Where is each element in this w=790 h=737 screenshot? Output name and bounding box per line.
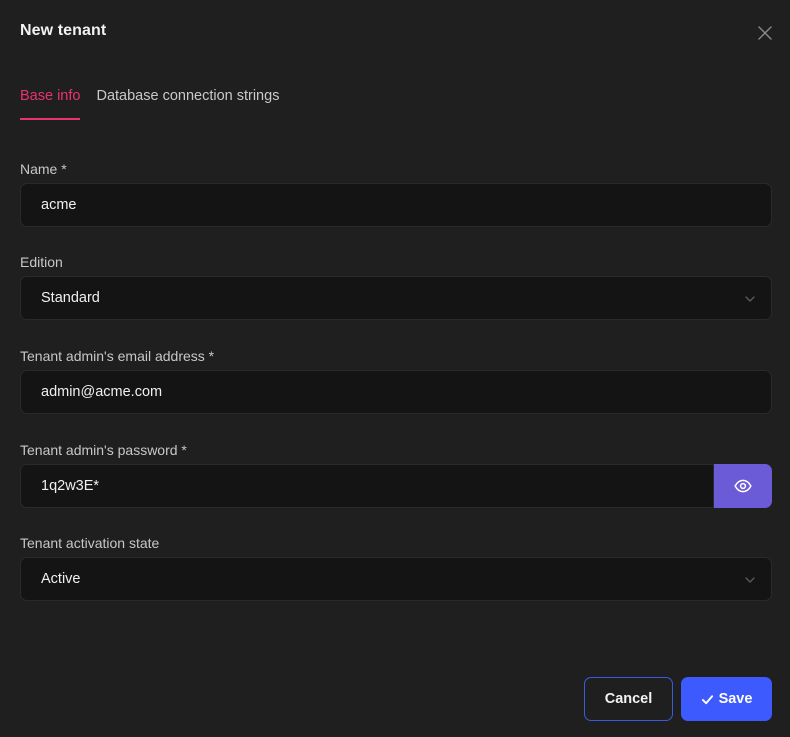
save-button[interactable]: Save [681,677,772,721]
email-input[interactable]: admin@acme.com [20,370,772,414]
chevron-down-icon [745,577,755,583]
name-label: Name * [20,161,67,177]
eye-icon [734,479,752,493]
password-label: Tenant admin's password * [20,442,187,458]
email-value: admin@acme.com [41,384,163,400]
close-icon [758,26,772,40]
activation-state-label: Tenant activation state [20,535,160,551]
password-value: 1q2w3E* [41,478,100,494]
tab-database-connection-strings[interactable]: Database connection strings [96,86,279,120]
edition-select[interactable]: Standard [20,276,772,320]
check-icon [701,694,713,704]
modal-title: New tenant [20,22,107,39]
edition-label: Edition [20,254,63,270]
activation-state-value: Active [41,571,81,587]
tab-base-info[interactable]: Base info [20,86,81,120]
password-group: 1q2w3E* [20,464,772,508]
activation-state-select[interactable]: Active [20,557,772,601]
edition-value: Standard [41,290,100,306]
name-value: acme [41,197,77,213]
new-tenant-modal: New tenant Base info Database connection… [0,0,790,737]
cancel-button[interactable]: Cancel [584,677,673,721]
tab-bar: Base info Database connection strings [20,86,279,120]
name-input[interactable]: acme [20,183,772,227]
email-label: Tenant admin's email address * [20,348,215,364]
save-label: Save [718,691,753,707]
password-input[interactable]: 1q2w3E* [20,464,714,508]
chevron-down-icon [745,296,755,302]
close-button[interactable] [754,22,776,44]
toggle-password-visibility-button[interactable] [714,464,772,508]
